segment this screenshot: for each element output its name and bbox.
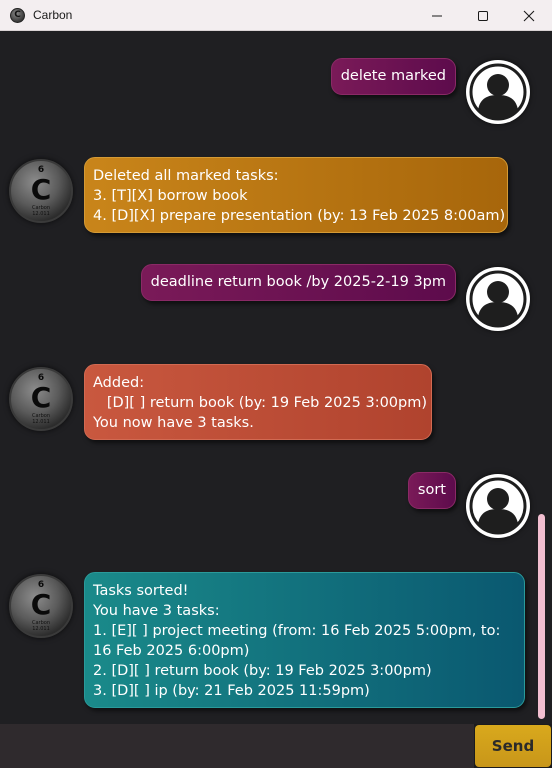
- user-message-bubble: deadline return book /by 2025-2-19 3pm: [140, 264, 456, 301]
- avatar-element-symbol: C: [30, 173, 52, 206]
- bot-message-bubble: Added: [D][ ] return book (by: 19 Feb 20…: [84, 364, 432, 440]
- carbon-element-icon: C: [10, 8, 25, 23]
- chat-area[interactable]: delete marked 6 C Carbon 12.011 Deleted …: [0, 31, 552, 724]
- bot-avatar: 6 C Carbon 12.011: [9, 159, 73, 223]
- maximize-button[interactable]: [460, 0, 506, 31]
- user-avatar: [466, 474, 530, 538]
- avatar-element-caption: Carbon 12.011: [31, 413, 50, 425]
- user-avatar: [466, 60, 530, 124]
- avatar-element-caption: Carbon 12.011: [31, 620, 50, 632]
- maximize-icon: [478, 10, 488, 21]
- bot-message-bubble: Deleted all marked tasks: 3. [T][X] borr…: [84, 157, 508, 233]
- app-icon-symbol: C: [14, 10, 21, 20]
- message-input[interactable]: [0, 724, 474, 768]
- minimize-icon: [432, 15, 442, 16]
- minimize-button[interactable]: [414, 0, 460, 31]
- user-silhouette-icon: [469, 270, 527, 328]
- user-message-bubble: sort: [407, 472, 456, 509]
- user-avatar: [466, 267, 530, 331]
- chat-scrollbar[interactable]: [538, 514, 545, 719]
- avatar-element-symbol: C: [30, 381, 52, 414]
- close-button[interactable]: [506, 0, 552, 31]
- bot-avatar: 6 C Carbon 12.011: [9, 367, 73, 431]
- avatar-element-caption: Carbon 12.011: [31, 205, 50, 217]
- bot-message-bubble: Tasks sorted! You have 3 tasks: 1. [E][ …: [84, 572, 525, 708]
- user-silhouette-icon: [469, 63, 527, 121]
- user-silhouette-icon: [469, 477, 527, 535]
- user-message-bubble: delete marked: [330, 58, 456, 95]
- bot-avatar: 6 C Carbon 12.011: [9, 574, 73, 638]
- close-icon: [523, 10, 535, 21]
- input-bar: Send: [0, 724, 552, 768]
- send-button[interactable]: Send: [475, 725, 551, 767]
- avatar-element-symbol: C: [30, 588, 52, 621]
- window-title: Carbon: [33, 8, 73, 22]
- title-bar: C Carbon: [0, 0, 552, 31]
